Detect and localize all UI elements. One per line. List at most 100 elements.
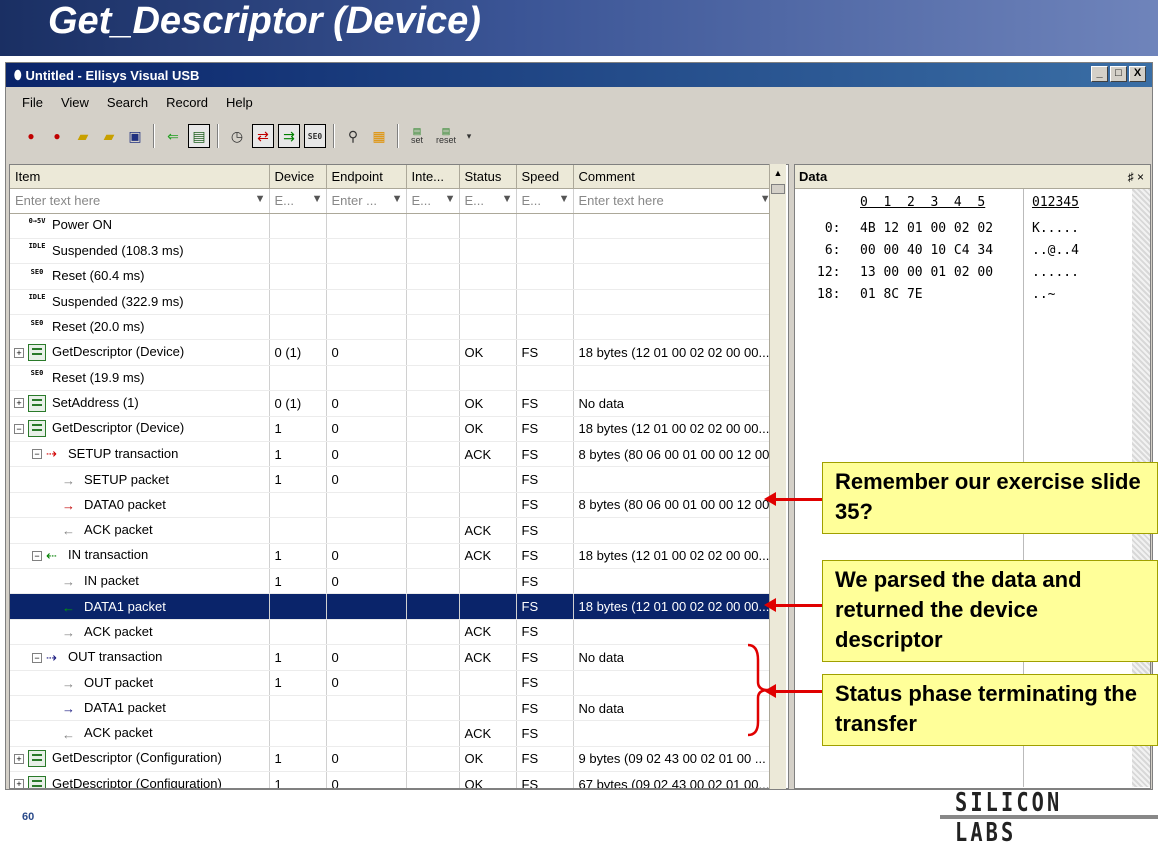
column-header-item[interactable]: Item [10,165,270,189]
minimize-button[interactable]: _ [1091,66,1108,82]
timer-icon[interactable]: ◷ [226,124,248,148]
find-icon[interactable]: ⚲ [342,124,364,148]
cell-item[interactable]: IDLE Suspended (322.9 ms) [10,289,270,316]
cell-item[interactable]: + GetDescriptor (Configuration) [10,771,270,788]
open-icon[interactable]: ▰ [72,124,94,148]
column-header-comment[interactable]: Comment [573,165,775,189]
filter-device[interactable]: ▼ E... [269,188,327,214]
filter-interface[interactable]: ▼ E... [406,188,460,214]
collapse-icon[interactable]: − [14,423,24,434]
filter-icon[interactable]: ▼ [312,193,323,205]
cell-item[interactable]: → DATA0 packet [10,492,270,519]
cell-item[interactable]: ← ACK packet [10,720,270,747]
cell-item[interactable]: − ⇠ IN transaction [10,543,270,569]
table-row[interactable]: → IN packet 1 0 FS [10,568,775,595]
column-header-speed[interactable]: Speed [516,165,574,189]
save-icon[interactable]: ▣ [124,124,146,148]
transaction-icon[interactable]: ⇉ [278,124,300,148]
maximize-button[interactable]: □ [1110,66,1127,82]
record-options-icon[interactable]: ● [46,124,68,148]
cell-item[interactable]: − ⇢ OUT transaction [10,644,270,671]
filter-status[interactable]: ▼ E... [459,188,517,214]
table-row[interactable]: ← DATA1 packet FS 18 bytes (12 01 00 02 02 … [10,593,775,620]
scroll-thumb[interactable] [771,184,785,194]
cell-item[interactable]: SE0 Reset (20.0 ms) [10,314,270,341]
filter-speed[interactable]: ▼ E... [516,188,574,214]
table-row[interactable]: + GetDescriptor (Device) 0 (1) 0 OK FS 18 byte… [10,339,775,366]
menu-search[interactable]: Search [107,95,148,110]
filter-comment[interactable]: ▼ Enter text here [573,188,775,214]
table-row[interactable]: + GetDescriptor (Configuration) 1 0 OK FS 9 by… [10,746,775,773]
table-row[interactable]: → DATA0 packet FS 8 bytes (80 06 00 01 00 0… [10,492,775,519]
cell-item[interactable]: SE0 Reset (60.4 ms) [10,263,270,290]
expand-icon[interactable]: + [14,398,24,409]
filter-endpoint[interactable]: ▼ Enter ... [326,188,407,214]
column-header-status[interactable]: Status [459,165,517,189]
table-row[interactable]: SE0 Reset (19.9 ms) [10,365,775,392]
table-row[interactable]: → OUT packet 1 0 FS [10,670,775,696]
filter-icon[interactable]: ▼ [445,193,456,205]
cell-item[interactable]: → OUT packet [10,670,270,696]
filter-icon[interactable]: ▼ [502,193,513,205]
cell-item[interactable]: IDLE Suspended (108.3 ms) [10,238,270,265]
cell-item[interactable]: ← ACK packet [10,517,270,544]
column-header-device[interactable]: Device [269,165,327,189]
menu-view[interactable]: View [61,95,89,110]
table-row[interactable]: − ⇠ IN transaction 1 0 ACK FS 18 bytes (12 01 0… [10,543,775,569]
table-row[interactable]: IDLE Suspended (322.9 ms) [10,289,775,316]
cell-item[interactable]: − GetDescriptor (Device) [10,416,270,443]
collapse-icon[interactable]: − [32,652,42,663]
table-row[interactable]: SE0 Reset (20.0 ms) [10,314,775,341]
collapse-icon[interactable]: − [32,449,42,460]
cell-item[interactable]: → IN packet [10,568,270,595]
table-row[interactable]: → DATA1 packet FS No data [10,695,775,722]
table-row[interactable]: − GetDescriptor (Device) 1 0 OK FS 18 bytes (1… [10,416,775,443]
transfer-icon[interactable]: ⇄ [252,124,274,148]
cell-item[interactable]: − ⇢ SETUP transaction [10,441,270,468]
set-icon[interactable]: ▤ set [406,124,428,148]
column-header-endpoint[interactable]: Endpoint [326,165,407,189]
table-row[interactable]: → ACK packet ACK FS [10,619,775,646]
filter-icon[interactable]: ▼ [392,193,403,205]
expand-icon[interactable]: + [14,779,24,788]
expand-icon[interactable]: + [14,753,24,764]
cell-item[interactable]: + GetDescriptor (Configuration) [10,746,270,773]
record-icon[interactable]: ● [20,124,42,148]
table-row[interactable]: → SETUP packet 1 0 FS [10,466,775,493]
cell-item[interactable]: + GetDescriptor (Device) [10,339,270,366]
filter-icon[interactable]: ▼ [559,193,570,205]
table-row[interactable]: ← ACK packet ACK FS [10,517,775,544]
table-row[interactable]: 0→5V Power ON [10,213,775,239]
table-row[interactable]: IDLE Suspended (108.3 ms) [10,238,775,265]
cell-item[interactable]: SE0 Reset (19.9 ms) [10,365,270,392]
table-row[interactable]: − ⇢ SETUP transaction 1 0 ACK FS 8 bytes (80 06… [10,441,775,468]
color-icon[interactable]: ▦ [368,124,390,148]
view-icon[interactable]: ▤ [188,124,210,148]
table-row[interactable]: + GetDescriptor (Configuration) 1 0 OK FS 67 b… [10,771,775,788]
cell-item[interactable]: 0→5V Power ON [10,213,270,239]
menu-file[interactable]: File [22,95,43,110]
menu-help[interactable]: Help [226,95,253,110]
cell-item[interactable]: → ACK packet [10,619,270,646]
cell-item[interactable]: ← DATA1 packet [10,593,270,620]
reset-icon[interactable]: ▤ reset [432,124,460,148]
expand-icon[interactable]: + [14,347,24,358]
table-row[interactable]: + SetAddress (1) 0 (1) 0 OK FS No data [10,390,775,417]
dropdown-arrow-icon[interactable]: ▾ [464,124,474,148]
table-row[interactable]: − ⇢ OUT transaction 1 0 ACK FS No data [10,644,775,671]
table-row[interactable]: ← ACK packet ACK FS [10,720,775,747]
column-header-interface[interactable]: Inte... [406,165,460,189]
filter-item[interactable]: ▼ Enter text here [10,188,270,214]
back-icon[interactable]: ⇐ [162,124,184,148]
cell-item[interactable]: → DATA1 packet [10,695,270,722]
close-button[interactable]: X [1129,66,1146,82]
scroll-up-icon[interactable]: ▲ [770,168,786,178]
menu-record[interactable]: Record [166,95,208,110]
cell-item[interactable]: + SetAddress (1) [10,390,270,417]
setup-icon[interactable]: SE0 [304,124,326,148]
filter-icon[interactable]: ▼ [255,193,266,205]
cell-item[interactable]: → SETUP packet [10,466,270,493]
collapse-icon[interactable]: − [32,551,42,562]
open-add-icon[interactable]: ▰ [98,124,120,148]
table-row[interactable]: SE0 Reset (60.4 ms) [10,263,775,290]
